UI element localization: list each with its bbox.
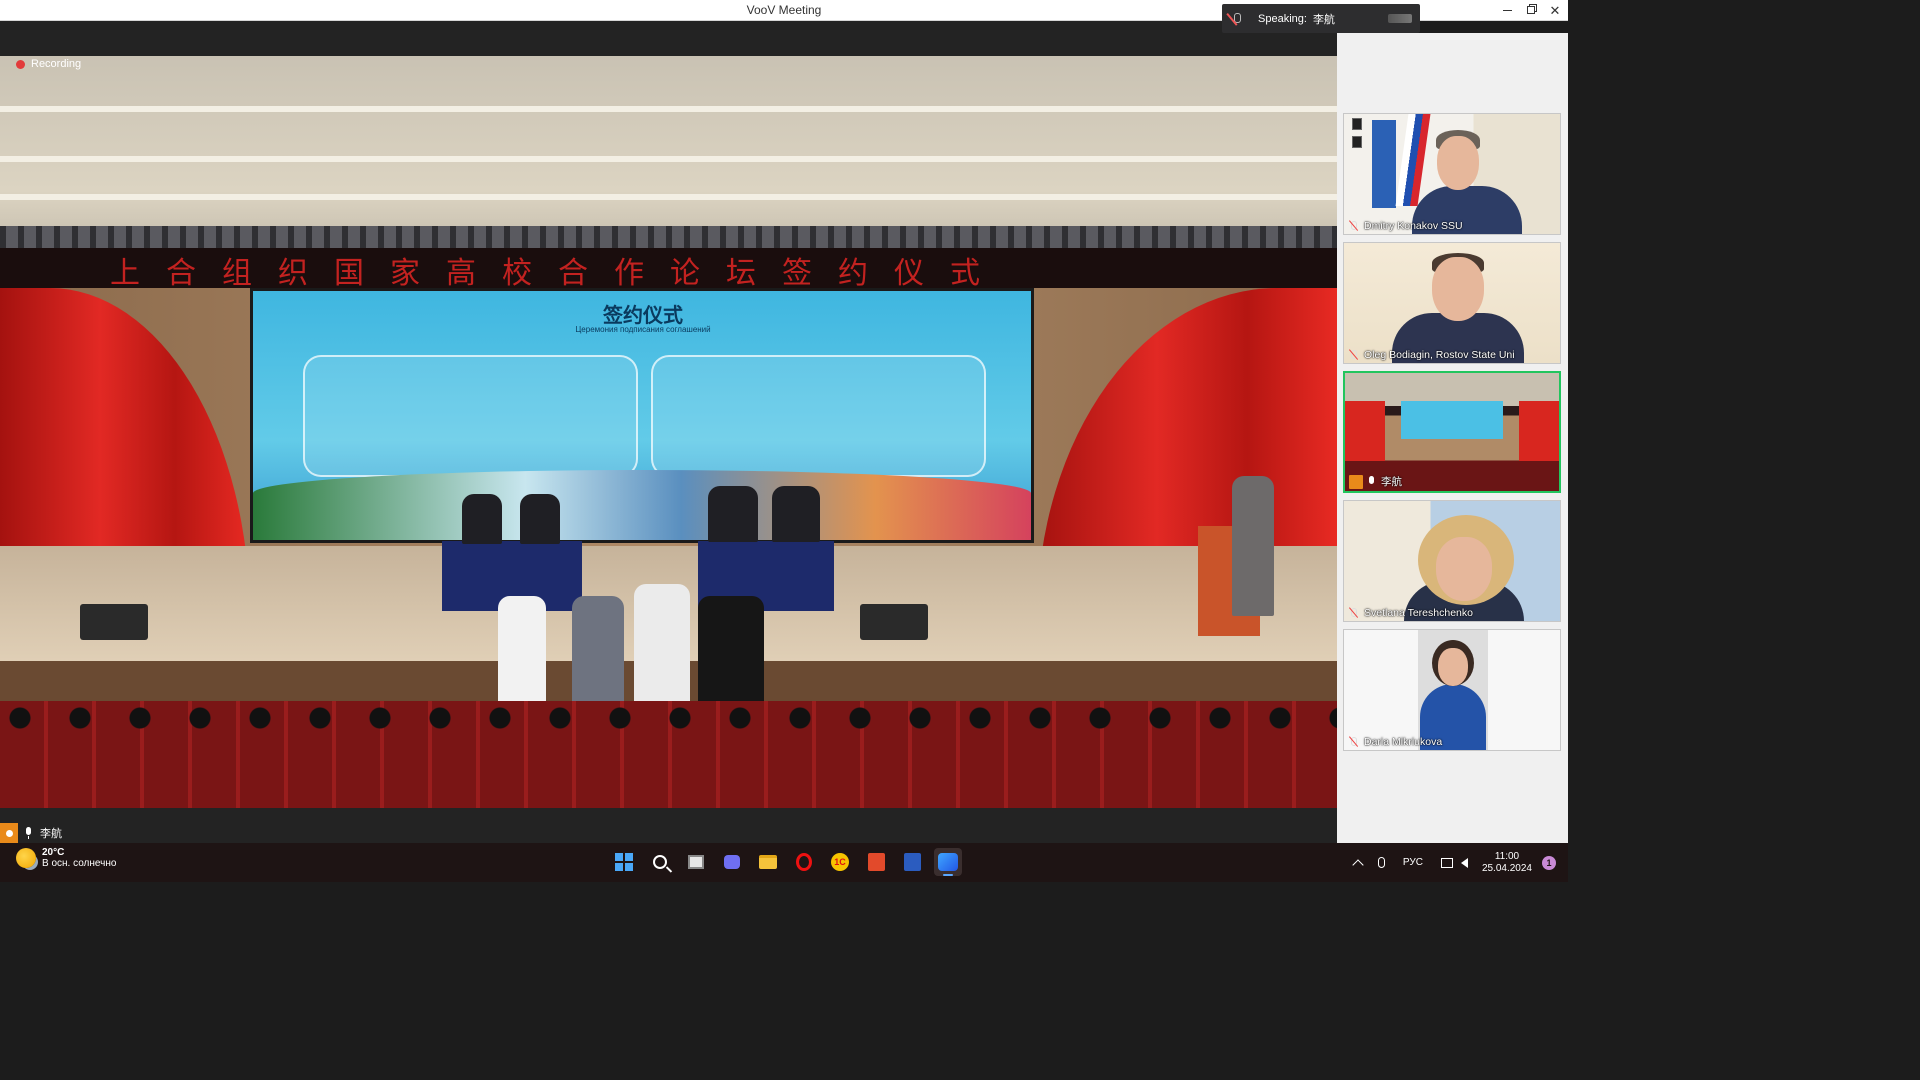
taskbar-apps: 1C (610, 848, 962, 876)
participant-tile[interactable]: Svetlana Tereshchenko (1343, 500, 1561, 622)
mic-muted-icon (1348, 736, 1360, 748)
video-audience-heads (0, 696, 1337, 736)
windows-taskbar: 20°C В осн. солнечно 1C РУС 11:00 25.04.… (0, 843, 1568, 882)
onec-button[interactable]: 1C (826, 848, 854, 876)
signer-person (708, 486, 758, 542)
microphone-icon[interactable] (1377, 857, 1385, 868)
start-icon (615, 853, 633, 871)
participant-name: Svetlana Tereshchenko (1364, 607, 1473, 619)
speaking-indicator: Speaking: 李航 (1222, 4, 1420, 33)
signer-person (772, 486, 820, 542)
mic-muted-icon (1348, 220, 1360, 232)
notification-badge[interactable]: 1 (1542, 855, 1556, 870)
chat-button[interactable] (718, 848, 746, 876)
restore-button[interactable] (1519, 0, 1543, 20)
recording-indicator[interactable]: Recording (16, 58, 81, 70)
clock[interactable]: 11:00 25.04.2024 (1482, 851, 1532, 875)
recording-dot-icon (16, 59, 25, 69)
participant-tile[interactable]: Oleg Bodiagin, Rostov State Uni (1343, 242, 1561, 364)
chevron-up-icon[interactable] (1352, 858, 1364, 871)
video-frame: 上合组织国家高校合作论坛签约仪式 签约仪式 Церемония подписан… (0, 56, 1337, 808)
chat-icon (724, 855, 740, 869)
weather-widget[interactable]: 20°C В осн. солнечно (16, 847, 116, 869)
file-explorer-icon (759, 855, 777, 869)
voov-meeting-icon (938, 853, 958, 871)
host-badge-icon (0, 823, 18, 843)
speaking-name: 李航 (1312, 13, 1335, 26)
participant-name: 李航 (1381, 476, 1402, 488)
task-view-icon (688, 855, 704, 869)
word-icon (903, 853, 921, 871)
presenter-person (1232, 476, 1274, 616)
speaking-more-icon[interactable] (1388, 14, 1412, 23)
close-icon: ✕ (1549, 2, 1561, 18)
participant-tile[interactable]: Daria Mikriukova (1343, 629, 1561, 751)
flag (1372, 120, 1396, 208)
mic-muted-icon (1230, 12, 1244, 26)
screen-wave (253, 470, 1031, 540)
avatar (1438, 648, 1468, 686)
participant-name: Dmitry Konakov SSU (1364, 220, 1463, 232)
participant-tile-active[interactable]: 李航 (1343, 371, 1561, 493)
weather-desc: В осн. солнечно (42, 858, 117, 869)
word-button[interactable] (898, 848, 926, 876)
stage-speaker (860, 604, 928, 640)
participant-tile[interactable]: Dmitry Konakov SSU (1343, 113, 1561, 235)
weather-temp: 20°C (42, 847, 65, 858)
video-banner-text: 上合组织国家高校合作论坛签约仪式 (0, 248, 1337, 288)
restore-icon (1527, 6, 1535, 14)
taskbar-search-button[interactable] (646, 848, 674, 876)
screen-subtitle: Церемония подписания соглашений (575, 325, 711, 334)
avatar (1432, 257, 1484, 321)
stage-speaker (80, 604, 148, 640)
pdf-app-button[interactable] (862, 848, 890, 876)
video-led-screen: 签约仪式 Церемония подписания соглашений (250, 288, 1034, 543)
language-indicator[interactable]: РУС (1403, 857, 1423, 868)
mic-on-icon (22, 826, 36, 840)
minimize-button[interactable] (1495, 0, 1519, 20)
search-icon (653, 855, 667, 869)
video-truss (0, 226, 1337, 248)
network-icon[interactable] (1440, 857, 1453, 868)
avatar (1436, 537, 1492, 601)
participant-name: Oleg Bodiagin, Rostov State Uni (1364, 349, 1515, 361)
main-video-view[interactable]: 上合组织国家高校合作论坛签约仪式 签约仪式 Церемония подписан… (0, 56, 1337, 808)
mic-muted-icon (1348, 607, 1360, 619)
voov-meeting-taskbar-button[interactable] (934, 848, 962, 876)
file-explorer-button[interactable] (754, 848, 782, 876)
weather-sun-icon (16, 848, 36, 868)
voov-meeting-window: VooV Meeting ✕ Speaking: 李航 Recording 上合… (0, 0, 1568, 882)
avatar (1437, 136, 1479, 190)
mic-muted-icon (1348, 349, 1360, 361)
host-badge-icon (1349, 474, 1363, 489)
volume-icon[interactable] (1460, 857, 1468, 868)
clock-time: 11:00 (1494, 850, 1520, 862)
main-video-name-tag: 李航 (0, 823, 62, 843)
1c-icon: 1C (831, 853, 849, 871)
screen-panel-left (303, 355, 638, 477)
start-button[interactable] (610, 848, 638, 876)
system-tray: РУС 11:00 25.04.2024 1 (1348, 843, 1556, 882)
recording-label: Recording (31, 58, 82, 70)
speaking-label: Speaking: (1258, 12, 1307, 25)
clock-date: 25.04.2024 (1481, 862, 1532, 874)
screen-title: 签约仪式 (603, 305, 683, 327)
screen-panel-right (651, 355, 986, 477)
signer-person (520, 494, 560, 544)
mic-on-icon (1367, 475, 1377, 488)
task-view-button[interactable] (682, 848, 710, 876)
minimize-icon (1502, 9, 1512, 11)
signer-person (462, 494, 502, 544)
pdf-icon (867, 853, 885, 871)
main-video-name: 李航 (40, 828, 62, 840)
close-button[interactable]: ✕ (1543, 0, 1567, 20)
opera-icon (796, 853, 812, 871)
participant-name: Daria Mikriukova (1364, 736, 1443, 748)
opera-button[interactable] (790, 848, 818, 876)
